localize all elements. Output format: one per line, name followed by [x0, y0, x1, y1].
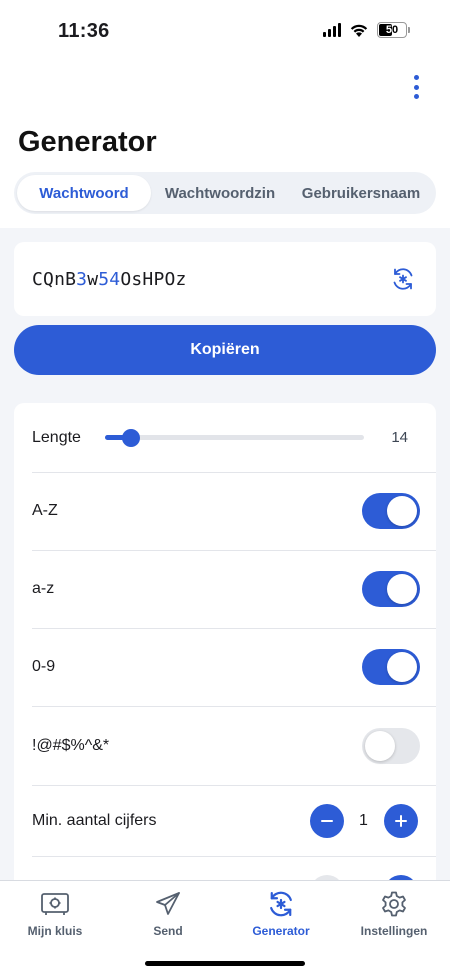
min-numbers-value: 1	[359, 812, 368, 829]
special-characters-toggle[interactable]	[362, 728, 420, 764]
password-segment: CQnB	[32, 269, 77, 290]
length-slider-thumb[interactable]	[121, 428, 140, 447]
generator-icon	[266, 889, 296, 919]
password-segment-numeric: 3	[76, 269, 88, 290]
generator-content: CQnB3w54OsHPOz Kopiëren Lengte 14 A-Z a-…	[0, 228, 450, 880]
status-icons: 50	[323, 22, 410, 38]
status-bar: 11:36 50	[0, 0, 450, 60]
nav-item-send[interactable]: Send	[113, 889, 223, 938]
uppercase-label: A-Z	[32, 502, 58, 519]
wifi-icon	[350, 24, 368, 37]
vault-icon	[40, 889, 70, 919]
lowercase-toggle[interactable]	[362, 571, 420, 607]
nav-label: Send	[153, 924, 183, 938]
status-time: 11:36	[58, 20, 110, 42]
nav-label: Mijn kluis	[27, 924, 83, 938]
minus-icon	[321, 820, 333, 822]
plus-icon	[395, 815, 407, 827]
special-characters-label: !@#$%^&*	[32, 737, 110, 754]
nav-item-vault[interactable]: Mijn kluis	[0, 889, 110, 938]
lowercase-label: a-z	[32, 580, 55, 597]
battery-icon: 50	[377, 22, 407, 38]
uppercase-toggle[interactable]	[362, 493, 420, 529]
numbers-label: 0-9	[32, 658, 56, 675]
min-numbers-decrement-button[interactable]	[310, 804, 344, 838]
regenerate-icon[interactable]	[390, 266, 416, 292]
nav-item-settings[interactable]: Instellingen	[339, 889, 449, 938]
min-numbers-increment-button[interactable]	[384, 804, 418, 838]
tab-username[interactable]: Gebruikersnaam	[289, 175, 433, 211]
gear-icon	[379, 889, 409, 919]
password-options-card: Lengte 14 A-Z a-z 0-9 !@#$%^&* Min. aant…	[14, 403, 436, 880]
tab-passphrase[interactable]: Wachtwoordzin	[151, 175, 289, 211]
battery-level: 50	[385, 24, 399, 36]
generated-password-card: CQnB3w54OsHPOz	[14, 242, 436, 316]
nav-label: Instellingen	[360, 924, 428, 938]
nav-label: Generator	[252, 924, 310, 938]
generator-type-tabs: Wachtwoord Wachtwoordzin Gebruikersnaam	[14, 172, 436, 214]
length-value: 14	[391, 429, 408, 446]
length-slider[interactable]	[105, 428, 364, 447]
password-segment-numeric: 54	[98, 269, 121, 290]
min-numbers-label: Min. aantal cijfers	[32, 812, 157, 829]
generated-password[interactable]: CQnB3w54OsHPOz	[32, 269, 187, 290]
length-label: Lengte	[32, 429, 81, 446]
tab-password[interactable]: Wachtwoord	[17, 175, 151, 211]
password-segment: w	[87, 269, 99, 290]
nav-item-generator[interactable]: Generator	[226, 889, 336, 938]
send-icon	[153, 889, 183, 919]
page-title: Generator	[18, 126, 157, 158]
copy-button[interactable]: Kopiëren	[14, 325, 436, 375]
cellular-signal-icon	[323, 23, 341, 37]
home-indicator	[145, 961, 305, 966]
numbers-toggle[interactable]	[362, 649, 420, 685]
password-segment: OsHPOz	[120, 269, 187, 290]
more-options-button[interactable]	[406, 72, 426, 102]
